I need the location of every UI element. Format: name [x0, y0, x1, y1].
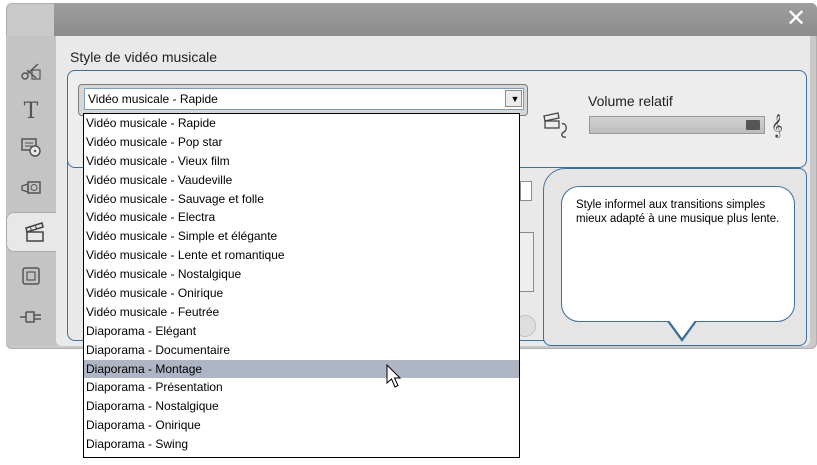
title-icon[interactable]: T	[16, 96, 46, 126]
style-description: Style informel aux transitions simples m…	[576, 199, 780, 225]
volume-slider-handle[interactable]	[746, 120, 760, 130]
dropdown-option[interactable]: Vidéo musicale - Pop star	[84, 133, 519, 152]
plugin-icon[interactable]	[16, 302, 46, 332]
video-edit-icon[interactable]	[16, 56, 46, 86]
dropdown-option[interactable]: Vidéo musicale - Simple et élégante	[84, 227, 519, 246]
close-icon[interactable]: ✕	[785, 7, 807, 31]
hidden-scrollbar[interactable]	[518, 232, 534, 292]
style-combo[interactable]: Vidéo musicale - Rapide ▼	[84, 88, 524, 110]
mouse-pointer-icon	[386, 364, 402, 388]
dropdown-option[interactable]: Vidéo musicale - Rapide	[84, 114, 519, 133]
dropdown-option[interactable]: Vidéo musicale - Sauvage et folle	[84, 190, 519, 209]
section-title: Style de vidéo musicale	[70, 49, 218, 65]
dropdown-option[interactable]: Diaporama - Swing	[84, 435, 519, 454]
dropdown-option[interactable]: Vidéo musicale - Lente et romantique	[84, 246, 519, 265]
dropdown-option[interactable]: Vidéo musicale - Feutrée	[84, 303, 519, 322]
tool-strip: T	[6, 36, 63, 346]
music-note-icon: 𝄞	[771, 113, 783, 137]
volume-label: Volume relatif	[588, 93, 673, 109]
title-bar: ✕	[54, 3, 817, 36]
hidden-text-field[interactable]	[520, 181, 532, 201]
style-dropdown-list[interactable]: Vidéo musicale - Rapide Vidéo musicale -…	[83, 113, 520, 458]
dropdown-option-highlighted[interactable]: Diaporama - Montage	[84, 359, 519, 379]
style-combo-value: Vidéo musicale - Rapide	[88, 92, 218, 106]
camera-audio-icon	[543, 112, 567, 138]
dropdown-option[interactable]: Diaporama - Onirique	[84, 416, 519, 435]
dropdown-option[interactable]: Vidéo musicale - Vieux film	[84, 152, 519, 171]
frame-icon[interactable]	[16, 261, 46, 291]
dropdown-option[interactable]: Vidéo musicale - Onirique	[84, 284, 519, 303]
volume-slider[interactable]	[589, 116, 765, 134]
smart-movie-icon[interactable]	[6, 212, 63, 252]
dropdown-option[interactable]: Diaporama - Elégant	[84, 322, 519, 341]
chevron-down-icon[interactable]: ▼	[505, 90, 522, 107]
dropdown-option[interactable]: Vidéo musicale - Electra	[84, 208, 519, 227]
dropdown-option[interactable]: Diaporama - Présentation	[84, 378, 519, 397]
dropdown-option[interactable]: Diaporama - Documentaire	[84, 341, 519, 360]
dropdown-option[interactable]: Diaporama - Nostalgique	[84, 397, 519, 416]
menu-disc-icon[interactable]	[16, 132, 46, 162]
bubble-tail-inner	[668, 319, 696, 338]
dropdown-option[interactable]: Vidéo musicale - Vaudeville	[84, 171, 519, 190]
description-bubble: Style informel aux transitions simples m…	[561, 186, 795, 322]
camera-icon[interactable]	[16, 174, 46, 204]
dropdown-option[interactable]: Vidéo musicale - Nostalgique	[84, 265, 519, 284]
